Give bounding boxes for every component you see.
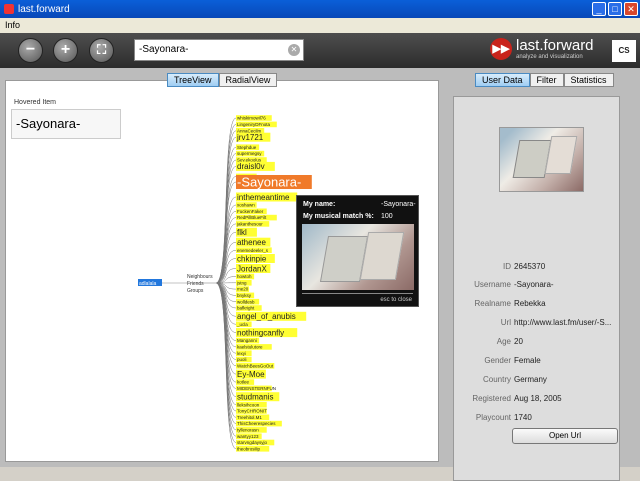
graph-node-label: me20 — [237, 287, 249, 292]
graph-node-label: jrv1721 — [236, 133, 264, 142]
graph-node-label: inthemeantime — [237, 193, 290, 202]
field-value: 2645370 — [514, 262, 545, 271]
branch-label: Friends — [187, 281, 204, 287]
graph-node-label: bnyksy — [237, 293, 252, 298]
field-label: ID — [451, 262, 511, 271]
graph-node-label: RedPillBlueFilt — [237, 215, 267, 220]
field-value: -Sayonara- — [514, 280, 554, 289]
tooltip-match-value: 100 — [381, 213, 393, 220]
graph-node-label: kaelstulutore — [237, 344, 263, 349]
user-photo — [499, 127, 584, 192]
graph-node-label: Manganni — [237, 338, 257, 343]
graph-node-label: JordanX — [237, 264, 267, 273]
field-value: 1740 — [514, 413, 532, 422]
user-tooltip: My name: -Sayonara- My musical match %: … — [296, 195, 419, 307]
graph-node-label: supermegsy — [237, 151, 262, 156]
graph-node-label: tyllenorasn — [237, 427, 259, 432]
graph-node-label: bafkright — [237, 306, 255, 311]
graph-node-label: howtoh — [237, 274, 252, 279]
field-label: Username — [451, 280, 511, 289]
graph-node-label: nothingcanfly — [237, 328, 284, 337]
tooltip-divider — [302, 293, 413, 294]
graph-node-label: -Sayonara- — [237, 175, 301, 190]
graph-node-label: theobrosilip — [237, 446, 261, 451]
field-label: Realname — [451, 299, 511, 308]
tooltip-user-photo — [302, 224, 414, 290]
graph-node-label: wolldesb — [237, 299, 255, 304]
graph-node-label: jakanthesour — [236, 221, 263, 226]
field-label: Playcount — [451, 413, 511, 422]
tooltip-name-label: My name: — [303, 201, 335, 208]
graph-node-label: kotlee — [237, 380, 250, 385]
graph-node-label: draisl0v — [237, 162, 265, 171]
tab-user-data[interactable]: User Data — [475, 73, 530, 87]
field-label: Country — [451, 375, 511, 384]
graph-node-label: Treehitol.M1 — [237, 415, 262, 420]
graph-node-label: WatchBeesGoOut — [237, 363, 274, 368]
field-value: Germany — [514, 375, 547, 384]
tooltip-name-value: -Sayonara- — [381, 201, 416, 208]
graph-node-label: lleksihcoon — [237, 402, 260, 407]
field-value: Aug 18, 2005 — [514, 394, 562, 403]
graph-node-label: TonyCHRONIT — [237, 409, 267, 414]
field-label: Age — [451, 337, 511, 346]
graph-node-label: starvngdaysyjo — [237, 440, 268, 445]
field-value: Rebekka — [514, 299, 546, 308]
field-label: Url — [451, 318, 511, 327]
graph-node-label: chkinpie — [237, 254, 267, 263]
tooltip-close-hint[interactable]: esc to close — [380, 297, 412, 303]
side-tabs: User Data Filter Statistics — [475, 73, 614, 87]
graph-node-label: LingeniryDFnota — [237, 122, 271, 127]
graph-node-label: angel_of_anubis — [237, 312, 296, 321]
graph-node-label: wantyy123 — [237, 434, 259, 439]
field-label: Gender — [451, 356, 511, 365]
field-value: 20 — [514, 337, 523, 346]
graph-node-label: Ey-Moe — [237, 370, 265, 379]
open-url-button[interactable]: Open Url — [512, 428, 618, 444]
graph-node-label: athenee — [237, 238, 266, 247]
graph-node-label: MIDENSTERNFUN — [237, 386, 276, 391]
field-value: http://www.last.fm/user/-S... — [514, 318, 611, 327]
graph-node-label: flkl — [237, 228, 247, 237]
tab-statistics[interactable]: Statistics — [564, 73, 614, 87]
field-value: Female — [514, 356, 541, 365]
field-label: Registered — [451, 394, 511, 403]
graph-node-label: jstng — [236, 280, 247, 285]
tooltip-match-label: My musical match %: — [303, 213, 374, 220]
tab-filter[interactable]: Filter — [530, 73, 564, 87]
graph-node-label: _ucla — [236, 322, 248, 327]
graph-node-label: puoli — [237, 357, 247, 362]
graph-node-label: FuckenFaker — [237, 209, 264, 214]
graph-node-label: xoshawn — [237, 203, 255, 208]
graph-node-label: Stephdue — [237, 145, 257, 150]
graph-node-label: lexyi — [237, 351, 246, 356]
center-node-label: adlalala — [139, 281, 156, 287]
branch-label: Groups — [187, 288, 204, 294]
graph-node-label: studmanis — [237, 393, 273, 402]
graph-node-label: whiskimowil76 — [237, 116, 266, 121]
branch-label: Neighbours — [187, 274, 213, 280]
graph-node-label: ThisCheerespecies — [237, 421, 276, 426]
graph-node-label: enemedeeler_s — [237, 248, 269, 253]
